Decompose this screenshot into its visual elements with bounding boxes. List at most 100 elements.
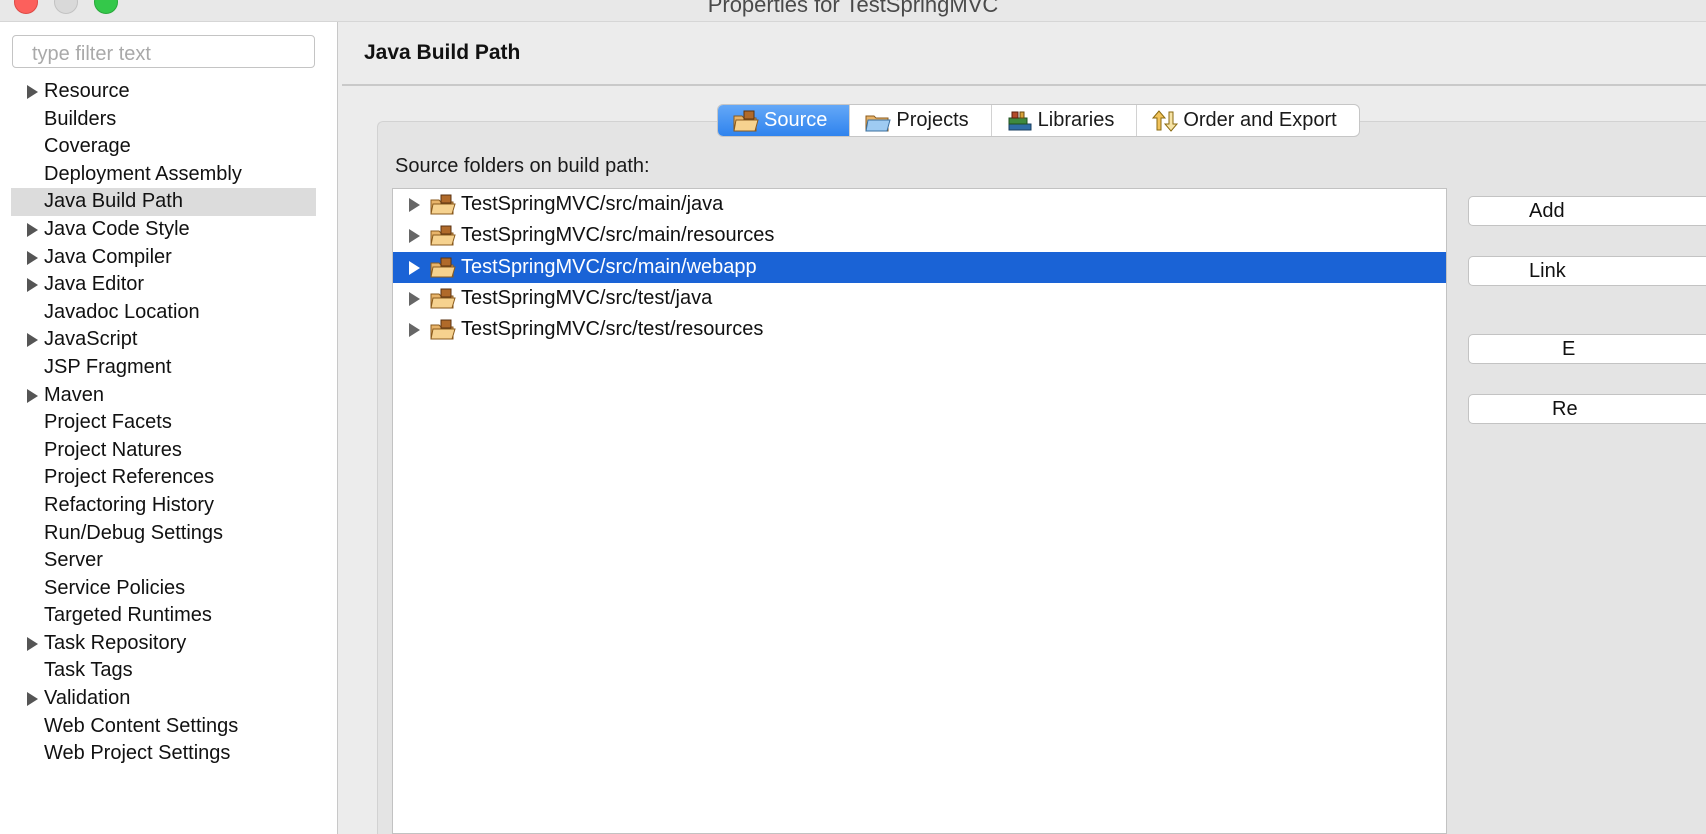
source-folder-path: TestSpringMVC/src/main/java xyxy=(461,193,724,215)
sidebar-item-label: Project Natures xyxy=(44,438,182,461)
sidebar-item[interactable]: Task Repository xyxy=(11,630,316,658)
source-folder-path: TestSpringMVC/src/test/resources xyxy=(461,318,764,341)
expand-arrow-icon[interactable] xyxy=(27,250,38,265)
sidebar-item[interactable]: Task Tags xyxy=(11,657,316,685)
expand-arrow-icon[interactable] xyxy=(409,260,420,275)
sidebar-item[interactable]: Maven xyxy=(11,382,316,410)
sidebar-item-label: Resource xyxy=(44,80,130,102)
sidebar-item-label: Javadoc Location xyxy=(44,300,200,323)
tab-projects[interactable]: Projects xyxy=(850,105,992,136)
source-folder-row[interactable]: TestSpringMVC/src/test/java xyxy=(393,283,1446,314)
sidebar-item[interactable]: Targeted Runtimes xyxy=(11,602,316,630)
package-folder-icon xyxy=(430,319,456,340)
tab-order-and-export[interactable]: Order and Export xyxy=(1137,105,1358,136)
tab-label: Projects xyxy=(896,109,969,131)
sidebar-item-label: Server xyxy=(44,549,103,572)
section-label: Source folders on build path: xyxy=(395,155,650,177)
sidebar-item[interactable]: Java Compiler xyxy=(11,244,316,272)
package-folder-icon xyxy=(430,257,456,278)
expand-arrow-icon[interactable] xyxy=(27,222,38,237)
expand-arrow-icon[interactable] xyxy=(27,692,38,707)
source-folder-row-selected[interactable]: TestSpringMVC/src/main/webapp xyxy=(393,251,1446,283)
tab-source[interactable]: Source xyxy=(718,105,851,136)
expand-arrow-icon[interactable] xyxy=(27,333,38,348)
expand-arrow-icon[interactable] xyxy=(27,278,38,293)
sidebar-item-label: Java Editor xyxy=(44,273,145,296)
sidebar-item[interactable]: Web Content Settings xyxy=(11,713,316,741)
sidebar-item[interactable]: Javadoc Location xyxy=(11,299,316,327)
sidebar-item[interactable]: Web Project Settings xyxy=(11,740,316,768)
sidebar-item-label: Deployment Assembly xyxy=(44,162,242,185)
page-title: Java Build Path xyxy=(364,41,521,64)
source-folder-path: TestSpringMVC/src/main/resources xyxy=(461,224,775,247)
sidebar-item-label: Web Project Settings xyxy=(44,742,231,765)
sidebar-item-label: JSP Fragment xyxy=(44,355,172,378)
sidebar-item-label: Refactoring History xyxy=(44,493,215,516)
sidebar-item-label: Task Repository xyxy=(44,631,187,654)
expand-arrow-icon[interactable] xyxy=(27,85,38,99)
sidebar-item[interactable]: Project Natures xyxy=(11,437,316,465)
sidebar-item[interactable]: Coverage xyxy=(11,133,316,161)
package-folder-icon xyxy=(430,288,456,309)
sidebar-item-selected[interactable]: Java Build Path xyxy=(11,188,316,216)
source-folder-row[interactable]: TestSpringMVC/src/test/resources xyxy=(393,314,1446,345)
source-folder-path: TestSpringMVC/src/main/webapp xyxy=(461,255,757,278)
source-folder-icon xyxy=(733,110,759,131)
expand-arrow-icon[interactable] xyxy=(27,388,38,403)
sidebar-item[interactable]: Server xyxy=(11,547,316,575)
edit-button[interactable]: E xyxy=(1468,334,1706,364)
property-page-tree: Resource Builders Coverage Deployment As… xyxy=(11,78,316,768)
add-folder-button[interactable]: Add xyxy=(1468,196,1706,226)
sidebar-item[interactable]: JavaScript xyxy=(11,326,316,354)
tab-bar: Source Projects Libraries Order and Expo… xyxy=(717,104,1360,137)
sidebar-item[interactable]: Run/Debug Settings xyxy=(11,520,316,548)
tab-label: Order and Export xyxy=(1183,109,1337,131)
sidebar-item[interactable]: Project Facets xyxy=(11,409,316,437)
sidebar: Resource Builders Coverage Deployment As… xyxy=(0,22,338,834)
main-panel: Java Build Path Source Projects Librarie… xyxy=(339,22,1706,834)
expand-arrow-icon[interactable] xyxy=(409,291,420,306)
sidebar-item-label: Project Facets xyxy=(44,411,172,434)
title-divider xyxy=(342,84,1706,86)
sidebar-item-label: Java Compiler xyxy=(44,245,172,268)
expand-arrow-icon[interactable] xyxy=(409,229,420,244)
expand-arrow-icon[interactable] xyxy=(409,323,420,338)
package-folder-icon xyxy=(430,194,456,215)
package-folder-icon xyxy=(430,225,456,246)
sidebar-item[interactable]: Java Editor xyxy=(11,271,316,299)
sidebar-item[interactable]: Deployment Assembly xyxy=(11,161,316,189)
expand-arrow-icon[interactable] xyxy=(409,198,420,212)
sidebar-item[interactable]: Validation xyxy=(11,685,316,713)
expand-arrow-icon[interactable] xyxy=(27,636,38,651)
sidebar-item-label: Java Code Style xyxy=(44,217,190,240)
remove-button[interactable]: Re xyxy=(1468,394,1706,424)
sidebar-item[interactable]: JSP Fragment xyxy=(11,354,316,382)
sidebar-item[interactable]: Resource xyxy=(11,78,316,106)
projects-folder-icon xyxy=(865,115,892,131)
tab-label: Source xyxy=(764,109,828,131)
properties-dialog: Properties for TestSpringMVC Resource Bu… xyxy=(0,0,1706,834)
sidebar-item[interactable]: Service Policies xyxy=(11,575,316,603)
tab-label: Libraries xyxy=(1037,109,1115,131)
filter-input[interactable] xyxy=(12,35,315,68)
window-title: Properties for TestSpringMVC xyxy=(707,0,999,17)
sidebar-item-label: Targeted Runtimes xyxy=(44,604,212,627)
sidebar-item-label: JavaScript xyxy=(44,328,138,351)
order-export-icon xyxy=(1152,109,1179,132)
sidebar-item-label: Service Policies xyxy=(44,576,186,599)
sidebar-item[interactable]: Java Code Style xyxy=(11,216,316,244)
libraries-icon xyxy=(1008,111,1032,130)
sidebar-item-label: Java Build Path xyxy=(44,190,183,213)
sidebar-item[interactable]: Builders xyxy=(11,106,316,134)
sidebar-item-label: Project References xyxy=(44,466,215,489)
sidebar-item-label: Builders xyxy=(44,107,117,130)
title-bar: Properties for TestSpringMVC xyxy=(0,0,1706,22)
tab-libraries[interactable]: Libraries xyxy=(992,105,1138,136)
source-folder-row[interactable]: TestSpringMVC/src/main/java xyxy=(393,189,1446,220)
link-source-button[interactable]: Link xyxy=(1468,256,1706,286)
sidebar-item-label: Coverage xyxy=(44,135,131,158)
source-folder-tree: TestSpringMVC/src/main/java TestSpringMV… xyxy=(392,188,1447,834)
sidebar-item[interactable]: Project References xyxy=(11,464,316,492)
source-folder-row[interactable]: TestSpringMVC/src/main/resources xyxy=(393,220,1446,251)
sidebar-item[interactable]: Refactoring History xyxy=(11,492,316,520)
